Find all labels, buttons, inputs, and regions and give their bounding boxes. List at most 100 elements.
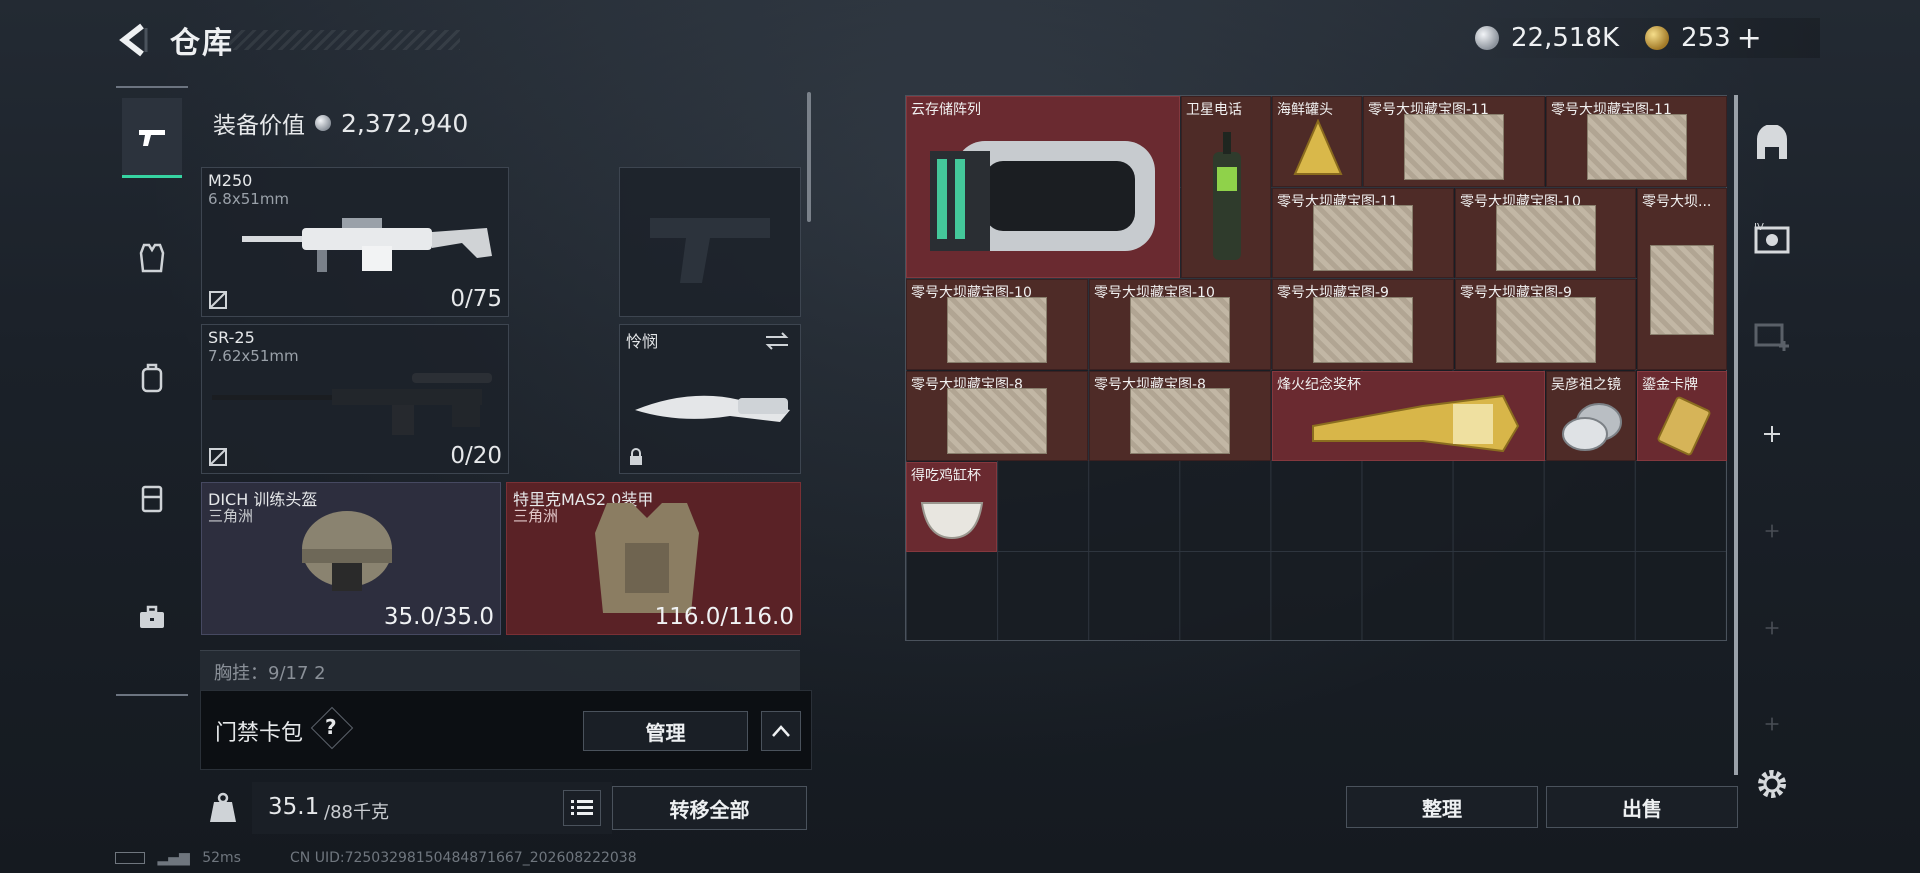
help-icon[interactable]: ? xyxy=(325,715,337,739)
safe-box-icon: IV xyxy=(1754,222,1790,254)
treasure-map-icon xyxy=(947,296,1047,363)
chest-rig-capacity: 胸挂：9/17 2 xyxy=(214,663,326,684)
battery-icon xyxy=(115,852,145,864)
plus-icon xyxy=(1765,717,1779,731)
treasure-map-icon xyxy=(1313,296,1413,363)
helmet-slot[interactable]: DICH 训练头盔 三角洲 35.0/35.0 xyxy=(201,482,501,635)
back-arrow-icon xyxy=(119,23,148,57)
armor-durability: 116.0/116.0 xyxy=(654,604,794,630)
plus-icon xyxy=(1764,426,1780,442)
category-armor[interactable] xyxy=(122,218,182,298)
category-backpack[interactable] xyxy=(122,338,182,418)
loadout-scrollbar[interactable] xyxy=(807,92,811,222)
treasure-map-icon xyxy=(1495,296,1596,363)
treasure-map-icon xyxy=(1130,388,1230,455)
loadout-panel: 装备价值 2,372,940 M250 6.8x51mm 0/75 SR-25 … xyxy=(195,92,815,677)
no-insurance-icon xyxy=(209,291,227,309)
stash-item[interactable]: 烽火纪念奖杯 xyxy=(1272,371,1545,461)
collapse-button[interactable] xyxy=(761,711,801,751)
gold-coin-icon xyxy=(1645,26,1670,50)
list-view-button[interactable] xyxy=(563,790,601,826)
mirror-icon xyxy=(1562,403,1622,451)
pistol-placeholder-icon xyxy=(650,218,770,283)
treasure-map-icon xyxy=(1404,113,1504,180)
stash-item[interactable]: 零号大坝藏宝图-8 xyxy=(906,371,1088,461)
melee-slot[interactable]: 怜悯 xyxy=(619,324,801,474)
add-storage-tab[interactable] xyxy=(1748,310,1796,358)
stash-item[interactable]: 零号大坝藏宝图-11 xyxy=(1272,188,1454,278)
safe-box-tab[interactable]: IV xyxy=(1748,215,1796,263)
gold-card-icon xyxy=(1657,396,1711,456)
manage-button[interactable]: 管理 xyxy=(583,711,748,751)
equipment-value-amount: 2,372,940 xyxy=(341,108,469,138)
silver-coin-icon xyxy=(1475,26,1499,50)
chest-rig-slot[interactable]: 胸挂：9/17 2 xyxy=(200,650,800,690)
stash-item[interactable]: 云存储阵列 xyxy=(906,96,1180,278)
swap-icon[interactable] xyxy=(764,331,790,351)
add-gold-button[interactable]: + xyxy=(1737,21,1762,56)
plus-icon xyxy=(1765,621,1779,635)
stash-scrollbar[interactable] xyxy=(1734,95,1738,775)
transfer-all-button[interactable]: 转移全部 xyxy=(612,786,807,830)
melee-name: 怜悯 xyxy=(626,332,659,351)
weapon-name: M250 xyxy=(208,171,253,190)
helmet-durability: 35.0/35.0 xyxy=(383,604,494,630)
sidearm-slot[interactable] xyxy=(619,167,801,317)
settings-button[interactable] xyxy=(1754,766,1790,802)
page-title: 仓库 xyxy=(170,26,234,61)
chest-rig-icon xyxy=(141,485,163,513)
add-button-locked[interactable] xyxy=(1748,700,1796,748)
chevron-up-icon xyxy=(772,725,790,737)
stash-item[interactable]: 零号大坝藏宝图-9 xyxy=(1272,279,1454,370)
ammo-count: 0/75 xyxy=(450,286,502,312)
gear-icon xyxy=(1758,770,1786,798)
briefcase-icon xyxy=(140,605,164,628)
primary-weapon-slot[interactable]: M250 6.8x51mm 0/75 xyxy=(201,167,509,317)
add-box-icon xyxy=(1754,323,1789,351)
gold-amount: 253 xyxy=(1681,23,1731,53)
treasure-map-icon xyxy=(1313,205,1413,272)
add-button-locked[interactable] xyxy=(1748,604,1796,652)
backpack-icon xyxy=(141,363,163,393)
add-button[interactable] xyxy=(1748,410,1796,458)
triangle-can-icon xyxy=(1293,119,1343,175)
trophy-icon xyxy=(1312,394,1520,453)
stash-item[interactable]: 零号大坝藏宝图-10 xyxy=(1089,279,1271,370)
list-icon xyxy=(571,800,593,815)
stash-item[interactable]: 零号大坝藏宝图-10 xyxy=(906,279,1088,370)
equipment-value-label: 装备价值 xyxy=(213,113,305,139)
currency-bar: 22,518K 253 + xyxy=(1475,18,1820,58)
category-weapons[interactable] xyxy=(122,98,182,178)
stash-item[interactable]: 零号大坝... xyxy=(1637,188,1727,370)
stash-item[interactable]: 鎏金卡牌 xyxy=(1637,371,1727,461)
stash-item[interactable]: 海鲜罐头 xyxy=(1272,96,1362,187)
stash-item[interactable]: 零号大坝藏宝图-10 xyxy=(1455,188,1636,278)
network-status: ▂▄▆ 52ms xyxy=(115,850,241,866)
stash-item[interactable]: 吴彦祖之镜 xyxy=(1546,371,1636,461)
helmet-faction: 三角洲 xyxy=(208,507,254,525)
signal-icon: ▂▄▆ xyxy=(157,850,190,866)
user-uid: CN UID:72503298150484871667_202608222038 xyxy=(290,850,637,866)
back-button[interactable] xyxy=(112,18,156,62)
treasure-map-icon xyxy=(1130,296,1230,363)
stash-item[interactable]: 得吃鸡缸杯 xyxy=(906,462,997,552)
category-case[interactable] xyxy=(122,578,182,658)
category-chest-rig[interactable] xyxy=(122,458,182,538)
add-button-locked[interactable] xyxy=(1748,507,1796,555)
lock-icon xyxy=(630,448,642,465)
sr25-rifle-icon xyxy=(212,373,492,435)
stash-item[interactable]: 零号大坝藏宝图-9 xyxy=(1455,279,1636,370)
secondary-weapon-slot[interactable]: SR-25 7.62x51mm 0/20 xyxy=(201,324,509,474)
storage-tab[interactable] xyxy=(1748,120,1796,168)
access-card-wallet: 门禁卡包 ? 管理 xyxy=(200,690,812,770)
stash-item[interactable]: 零号大坝藏宝图-11 xyxy=(1546,96,1727,187)
stash-item[interactable]: 零号大坝藏宝图-11 xyxy=(1363,96,1545,187)
cup-icon xyxy=(920,502,984,540)
stash-item[interactable]: 卫星电话 xyxy=(1181,96,1271,278)
svg-text:IV: IV xyxy=(1754,222,1764,233)
stash-item[interactable]: 零号大坝藏宝图-8 xyxy=(1089,371,1271,461)
armor-slot[interactable]: 特里克MAS2.0装甲 三角洲 116.0/116.0 xyxy=(506,482,801,635)
sell-button[interactable]: 出售 xyxy=(1546,786,1738,828)
sort-button[interactable]: 整理 xyxy=(1346,786,1538,828)
weight-value: 35.1 xyxy=(268,794,320,820)
